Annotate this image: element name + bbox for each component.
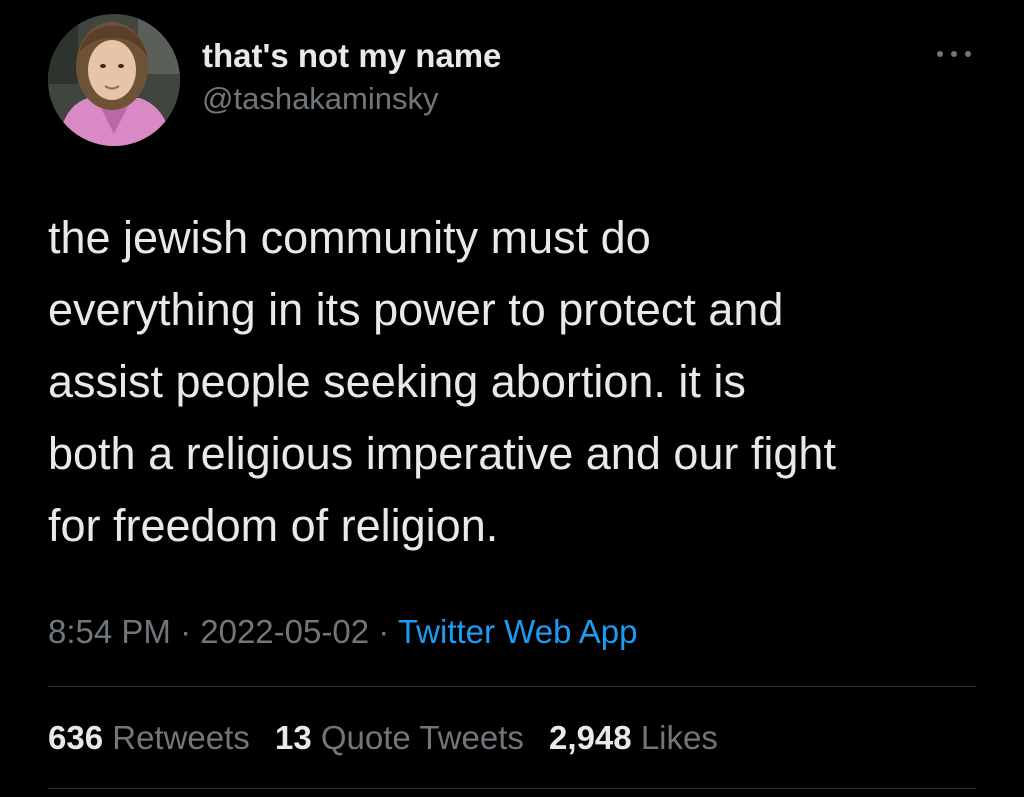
more-horizontal-icon: [937, 51, 971, 57]
tweet-metadata: 8:54 PM · 2022-05-02 · Twitter Web App: [48, 608, 637, 656]
tweet-time[interactable]: 8:54 PM: [48, 613, 171, 650]
likes-count: 2,948: [549, 719, 632, 756]
tweet-stats: 636 Retweets 13 Quote Tweets 2,948 Likes: [48, 714, 734, 762]
avatar-image: [48, 14, 180, 146]
quote-tweets-stat[interactable]: 13 Quote Tweets: [275, 714, 524, 762]
divider: [48, 788, 976, 789]
more-options-button[interactable]: [934, 44, 974, 64]
quote-tweets-label: Quote Tweets: [320, 719, 524, 756]
tweet-date[interactable]: 2022-05-02: [200, 613, 369, 650]
meta-separator: ·: [378, 613, 390, 650]
tweet-text: the jewish community must do everything …: [48, 212, 836, 551]
tweet: that's not my name @tashakaminsky the je…: [0, 0, 1024, 797]
avatar[interactable]: [48, 14, 180, 146]
likes-stat[interactable]: 2,948 Likes: [549, 714, 718, 762]
author-display-name[interactable]: that's not my name: [202, 36, 501, 76]
quote-tweets-count: 13: [274, 719, 312, 756]
divider: [48, 686, 976, 687]
meta-separator: ·: [180, 613, 192, 650]
tweet-source-link[interactable]: Twitter Web App: [398, 613, 638, 650]
author-handle[interactable]: @tashakaminsky: [202, 80, 501, 118]
retweets-stat[interactable]: 636 Retweets: [48, 714, 250, 762]
author-names: that's not my name @tashakaminsky: [202, 36, 501, 118]
retweets-label: Retweets: [112, 719, 250, 756]
retweets-count: 636: [48, 719, 104, 756]
likes-label: Likes: [640, 719, 718, 756]
tweet-header: that's not my name @tashakaminsky: [48, 14, 978, 148]
